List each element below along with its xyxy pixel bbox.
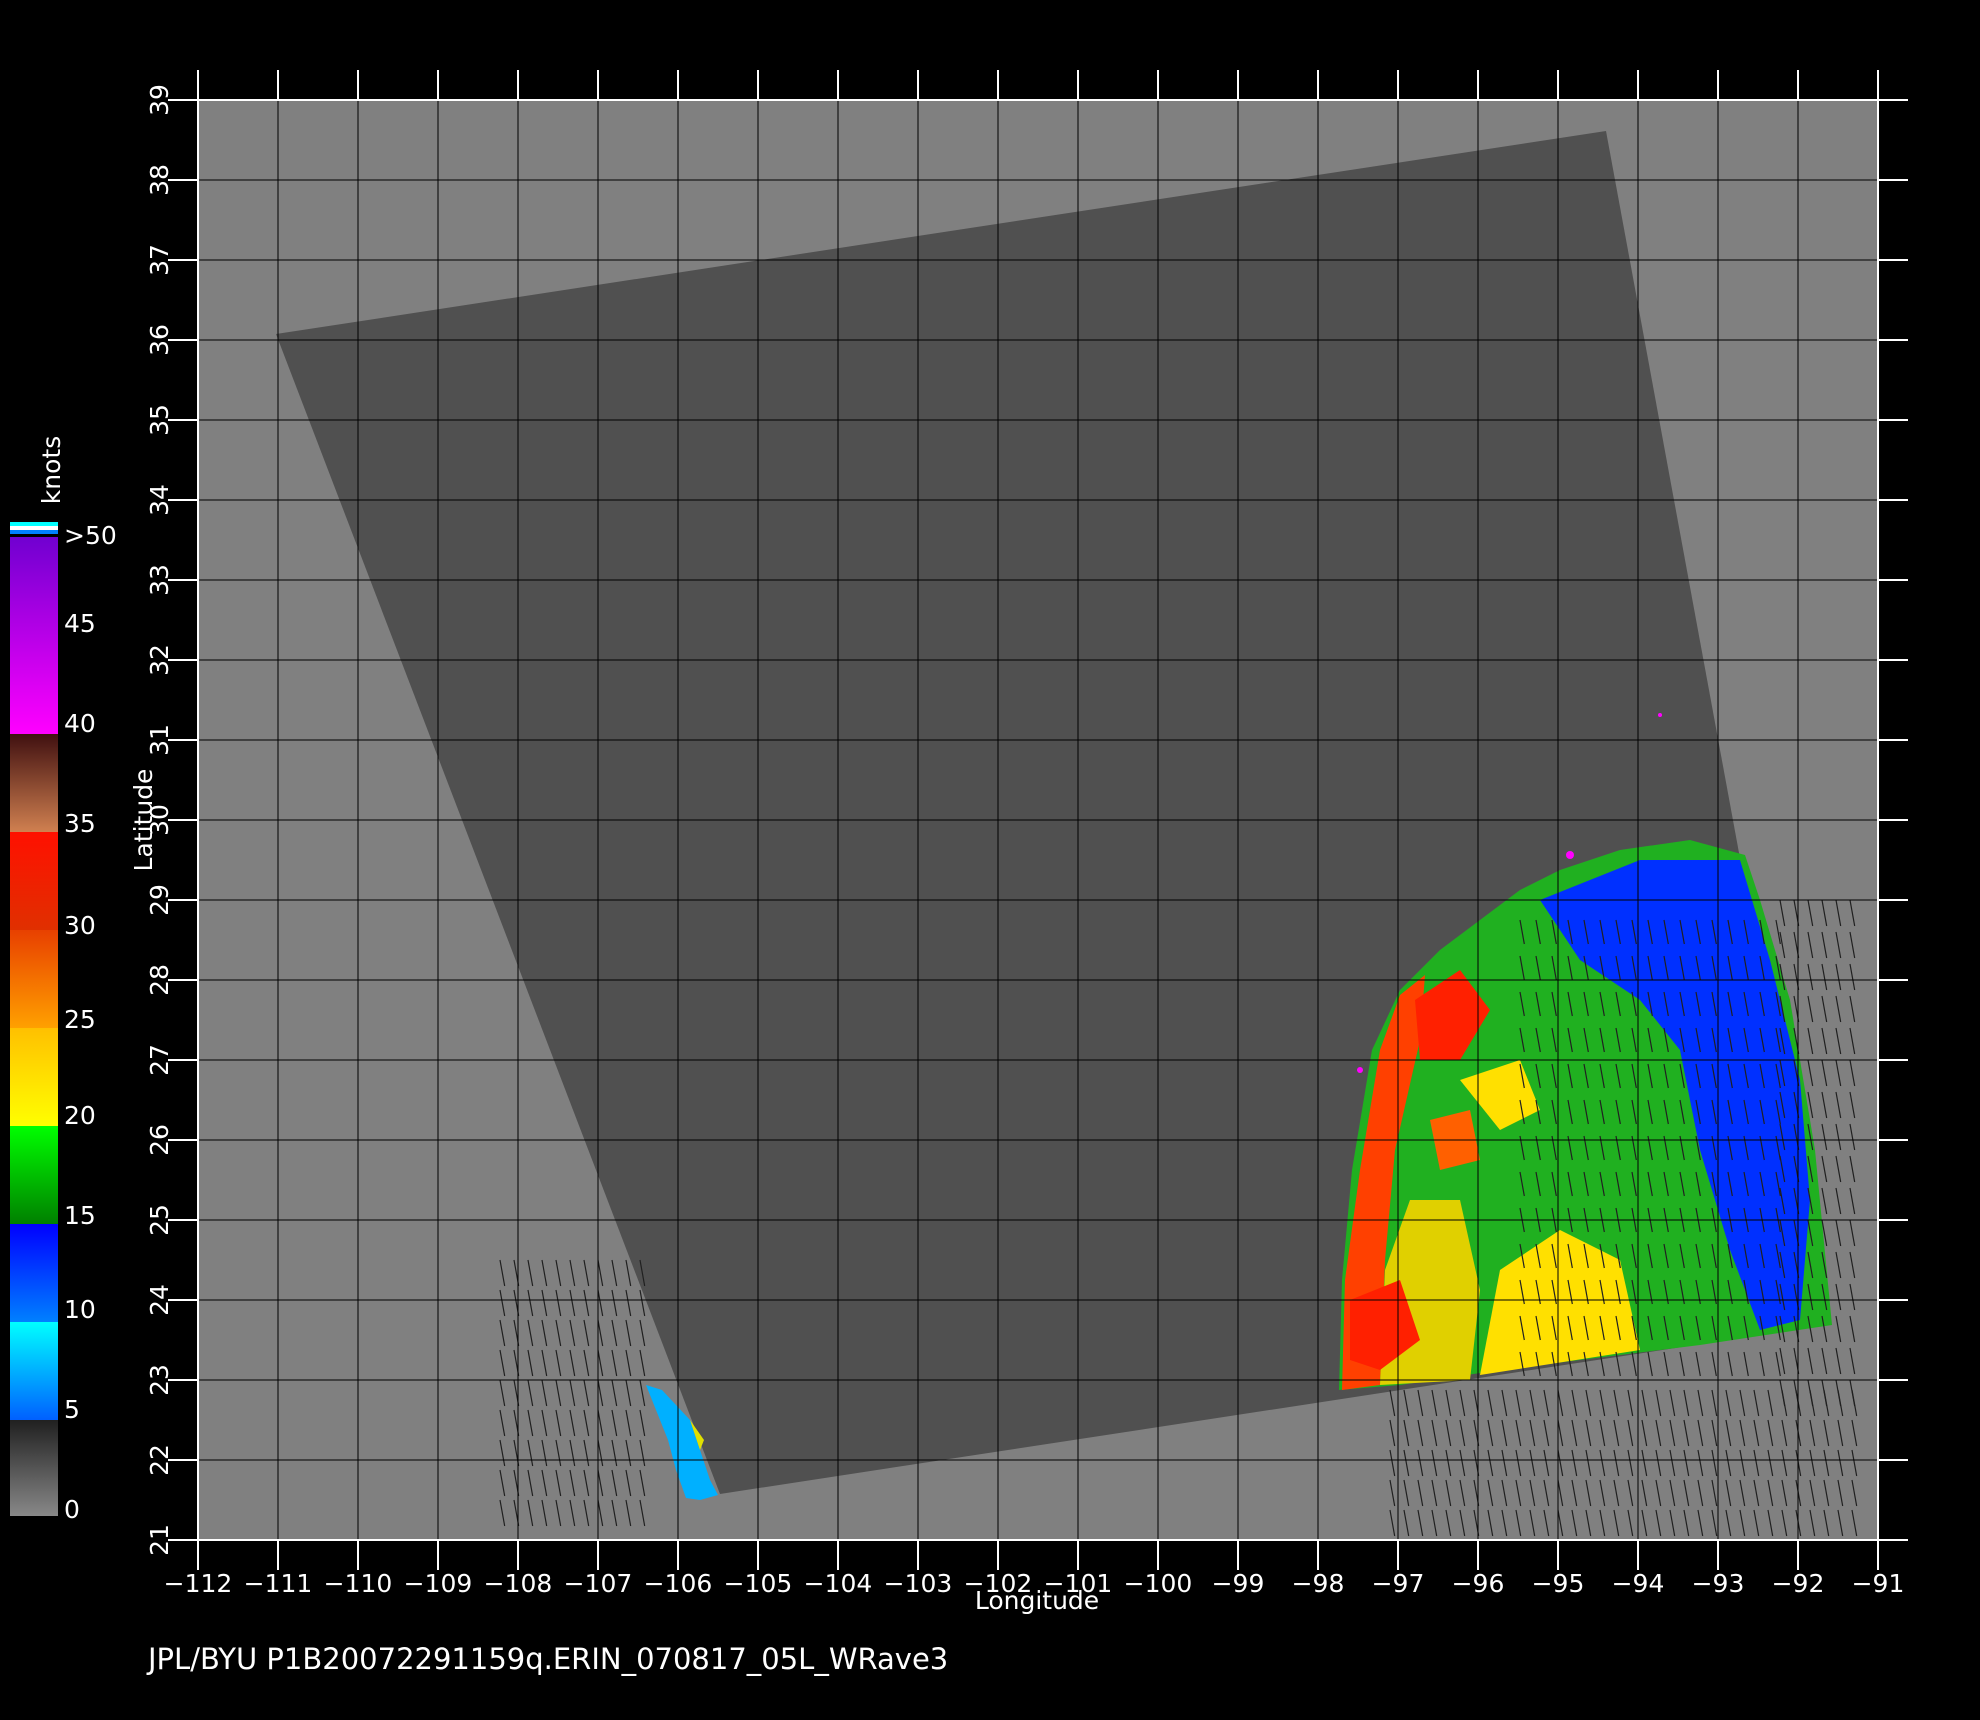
colorbar-label: 10 <box>64 1295 96 1324</box>
lon-tick-label: −108 <box>484 1569 553 1598</box>
colorbar: knots >50 45 40 35 30 25 20 15 10 5 0 <box>10 436 117 1524</box>
lon-tick-label: −93 <box>1692 1569 1745 1598</box>
footer-caption: JPL/BYU P1B20072291159q.ERIN_070817_05L_… <box>146 1642 948 1676</box>
lon-tick-label: −95 <box>1532 1569 1585 1598</box>
lat-tick-label: 37 <box>145 244 174 276</box>
colorbar-label: 45 <box>64 609 96 638</box>
colorbar-label: >50 <box>64 521 117 550</box>
lon-tick-label: −100 <box>1124 1569 1193 1598</box>
lat-tick-label: 31 <box>145 724 174 756</box>
lat-tick-label: 34 <box>145 484 174 516</box>
lon-tick-label: −104 <box>804 1569 873 1598</box>
lon-tick-label: −98 <box>1292 1569 1345 1598</box>
colorbar-label: 15 <box>64 1201 96 1230</box>
colorbar-cap <box>10 522 58 526</box>
lon-tick-label: −99 <box>1212 1569 1265 1598</box>
wind-speed-map: −112 −111 −110 −109 −108 −107 −106 −105 −104 −103… <box>10 70 1908 1676</box>
lat-tick-label: 39 <box>145 84 174 116</box>
colorbar-label: 25 <box>64 1005 96 1034</box>
lon-tick-label: −91 <box>1852 1569 1905 1598</box>
colorbar-label: 40 <box>64 709 96 738</box>
y-axis-title: Latitude <box>129 769 158 872</box>
colorbar-label: 20 <box>64 1101 96 1130</box>
colorbar-unit: knots <box>37 436 66 504</box>
lon-tick-label: −109 <box>404 1569 473 1598</box>
lat-tick-label: 36 <box>145 324 174 356</box>
colorbar-label: 30 <box>64 911 96 940</box>
colorbar-label: 0 <box>64 1495 80 1524</box>
lon-tick-label: −107 <box>564 1569 633 1598</box>
colorbar-band-high <box>10 537 58 734</box>
colorbar-label: 5 <box>64 1395 80 1424</box>
lat-tick-label: 23 <box>145 1364 174 1396</box>
colorbar-band-blue <box>10 1224 58 1322</box>
lat-tick-label: 32 <box>145 644 174 676</box>
lat-tick-label: 35 <box>145 404 174 436</box>
colorbar-labels: >50 45 40 35 30 25 20 15 10 5 0 <box>64 521 117 1524</box>
lon-tick-label: −103 <box>884 1569 953 1598</box>
colorbar-label: 35 <box>64 809 96 838</box>
lon-tick-label: −111 <box>244 1569 313 1598</box>
colorbar-band-yellow <box>10 1028 58 1126</box>
colorbar-band-cyan <box>10 1322 58 1420</box>
lat-tick-label: 22 <box>145 1444 174 1476</box>
lat-tick-label: 24 <box>145 1284 174 1316</box>
lat-tick-label: 25 <box>145 1204 174 1236</box>
lat-tick-label: 21 <box>145 1524 174 1556</box>
lon-tick-label: −106 <box>644 1569 713 1598</box>
lon-tick-label: −94 <box>1612 1569 1665 1598</box>
lon-tick-label: −92 <box>1772 1569 1825 1598</box>
colorbar-band-green <box>10 1126 58 1224</box>
lat-tick-label: 33 <box>145 564 174 596</box>
colorbar-band-gray <box>10 1420 58 1516</box>
lat-tick-label: 38 <box>145 164 174 196</box>
colorbar-band-orange <box>10 930 58 1028</box>
lat-tick-label: 29 <box>145 884 174 916</box>
colorbar-band-brown <box>10 734 58 832</box>
lat-tick-label: 26 <box>145 1124 174 1156</box>
lon-tick-label: −96 <box>1452 1569 1505 1598</box>
lon-tick-label: −105 <box>724 1569 793 1598</box>
lat-tick-label: 27 <box>145 1044 174 1076</box>
lon-tick-label: −112 <box>164 1569 233 1598</box>
colorbar-band-red <box>10 832 58 930</box>
x-axis-title: Longitude <box>975 1586 1099 1615</box>
lon-tick-label: −97 <box>1372 1569 1425 1598</box>
lat-tick-label: 28 <box>145 964 174 996</box>
lon-tick-label: −110 <box>324 1569 393 1598</box>
